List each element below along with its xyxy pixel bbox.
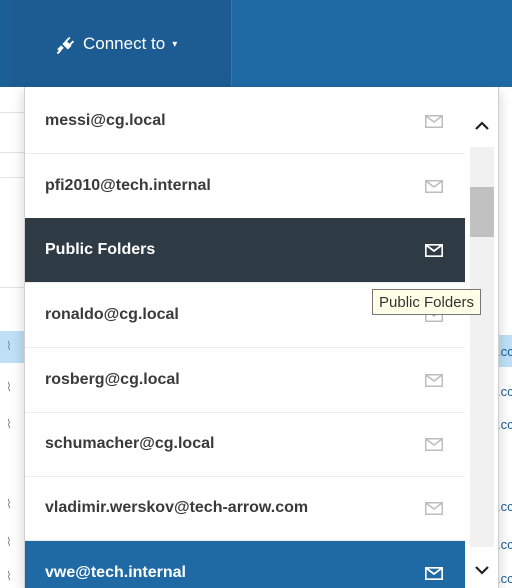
mailbox-item[interactable]: pfi2010@tech.internal <box>25 154 465 219</box>
navbar-left-segment <box>0 0 10 87</box>
email-fragment: .cc <box>497 417 512 432</box>
envelope-icon <box>425 437 443 451</box>
mailbox-label: schumacher@cg.local <box>45 435 215 452</box>
email-fragment: .cc <box>497 571 512 586</box>
tooltip: Public Folders <box>372 289 482 315</box>
envelope-icon <box>425 501 443 515</box>
mailbox-label: ronaldo@cg.local <box>45 306 179 323</box>
connect-to-button[interactable]: Connect to ▾ <box>10 0 232 87</box>
paperclip-icon: ⌇ <box>6 535 12 549</box>
envelope-icon <box>425 179 443 193</box>
divider <box>0 112 24 113</box>
chevron-down-icon <box>475 566 489 575</box>
mailbox-item[interactable]: vladimir.werskov@tech-arrow.com <box>25 476 465 541</box>
mailbox-label: pfi2010@tech.internal <box>45 177 211 194</box>
divider <box>0 177 24 178</box>
envelope-icon <box>425 243 443 257</box>
mailbox-item-selected[interactable]: vwe@tech.internal <box>25 541 465 588</box>
chevron-up-icon <box>475 121 489 130</box>
connect-to-dropdown: messi@cg.local pfi2010@tech.internal Pub… <box>24 87 499 588</box>
scroll-thumb[interactable] <box>470 187 494 237</box>
email-fragment: .cc <box>497 384 512 399</box>
mailbox-label: vwe@tech.internal <box>45 564 186 581</box>
mailbox-label: messi@cg.local <box>45 112 166 129</box>
paperclip-icon: ⌇ <box>6 339 12 353</box>
mailbox-item[interactable]: messi@cg.local <box>25 89 465 154</box>
mailbox-item[interactable]: rosberg@cg.local <box>25 348 465 413</box>
background-left-column: ⌇ ⌇ ⌇ ⌇ ⌇ ⌇ <box>0 87 25 588</box>
selected-row-band <box>0 331 24 363</box>
plug-icon <box>56 36 75 54</box>
envelope-icon <box>425 114 443 128</box>
email-fragment: .cc <box>497 537 512 552</box>
email-fragment: .cc <box>497 499 512 514</box>
envelope-icon <box>425 566 443 580</box>
paperclip-icon: ⌇ <box>6 417 12 431</box>
paperclip-icon: ⌇ <box>6 380 12 394</box>
paperclip-icon: ⌇ <box>6 569 12 583</box>
envelope-icon <box>425 373 443 387</box>
mailbox-label: vladimir.werskov@tech-arrow.com <box>45 499 309 516</box>
mailbox-item[interactable]: schumacher@cg.local <box>25 412 465 477</box>
paperclip-icon: ⌇ <box>6 497 12 511</box>
connect-to-label: Connect to <box>83 33 166 53</box>
mailbox-label: Public Folders <box>45 241 156 258</box>
divider <box>0 287 24 288</box>
scroll-up-button[interactable] <box>466 111 498 141</box>
background-right-column: .cc .cc .cc .cc .cc .cc <box>497 87 512 588</box>
caret-down-icon: ▾ <box>172 39 178 50</box>
mailbox-label: rosberg@cg.local <box>45 371 180 388</box>
mailbox-item-hovered[interactable]: Public Folders <box>25 218 465 283</box>
dropdown-scrollbar[interactable] <box>466 87 498 588</box>
top-navbar: Connect to ▾ <box>0 0 512 87</box>
scroll-down-button[interactable] <box>466 555 498 585</box>
divider <box>0 152 24 153</box>
email-fragment: .cc <box>497 344 512 359</box>
